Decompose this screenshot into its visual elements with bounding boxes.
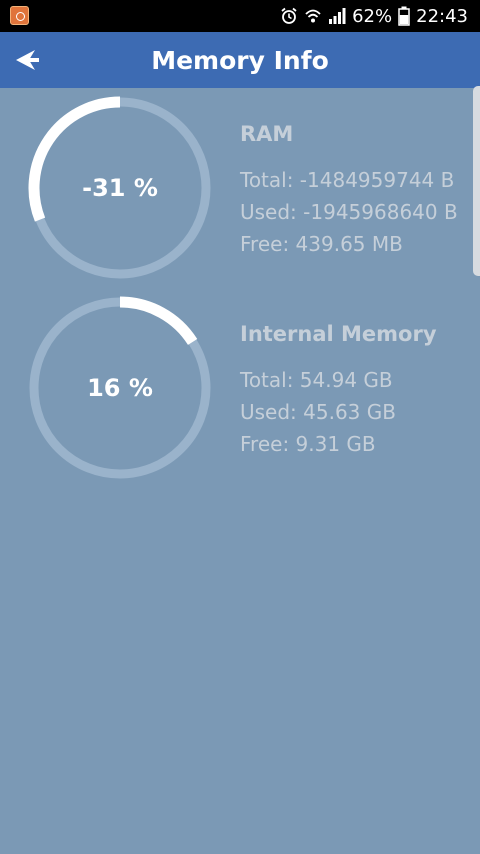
internal-memory-percent: 16 % [87,374,153,402]
signal-icon [328,7,346,25]
internal-memory-used: Used: 45.63 GB [240,400,396,424]
internal-memory-info: Internal Memory Total: 54.94 GB Used: 45… [240,322,437,460]
ram-used: Used: -1945968640 B [240,200,458,224]
memory-info-content: -31 % RAM Total: -1484959744 B Used: -19… [0,88,480,854]
internal-memory-gauge: 16 % [28,296,212,480]
ram-info: RAM Total: -1484959744 B Used: -19459686… [240,122,458,260]
wifi-icon [304,7,322,25]
battery-percent: 62% [352,5,393,27]
battery-icon [398,6,410,26]
clock: 22:43 [416,5,468,27]
ram-percent: -31 % [82,174,158,202]
side-panel-handle[interactable] [473,86,480,276]
app-notification-icon [10,6,29,25]
ram-title: RAM [240,122,294,146]
internal-memory-title: Internal Memory [240,322,437,346]
app-bar: Memory Info [0,32,480,88]
ram-total: Total: -1484959744 B [240,168,455,192]
page-title: Memory Info [151,46,329,75]
status-icons: 62% 22:43 [280,0,468,32]
internal-memory-total: Total: 54.94 GB [240,368,393,392]
ram-free: Free: 439.65 MB [240,232,403,256]
ram-gauge: -31 % [28,96,212,280]
status-bar: 62% 22:43 [0,0,480,32]
alarm-icon [280,7,298,25]
internal-memory-free: Free: 9.31 GB [240,432,376,456]
